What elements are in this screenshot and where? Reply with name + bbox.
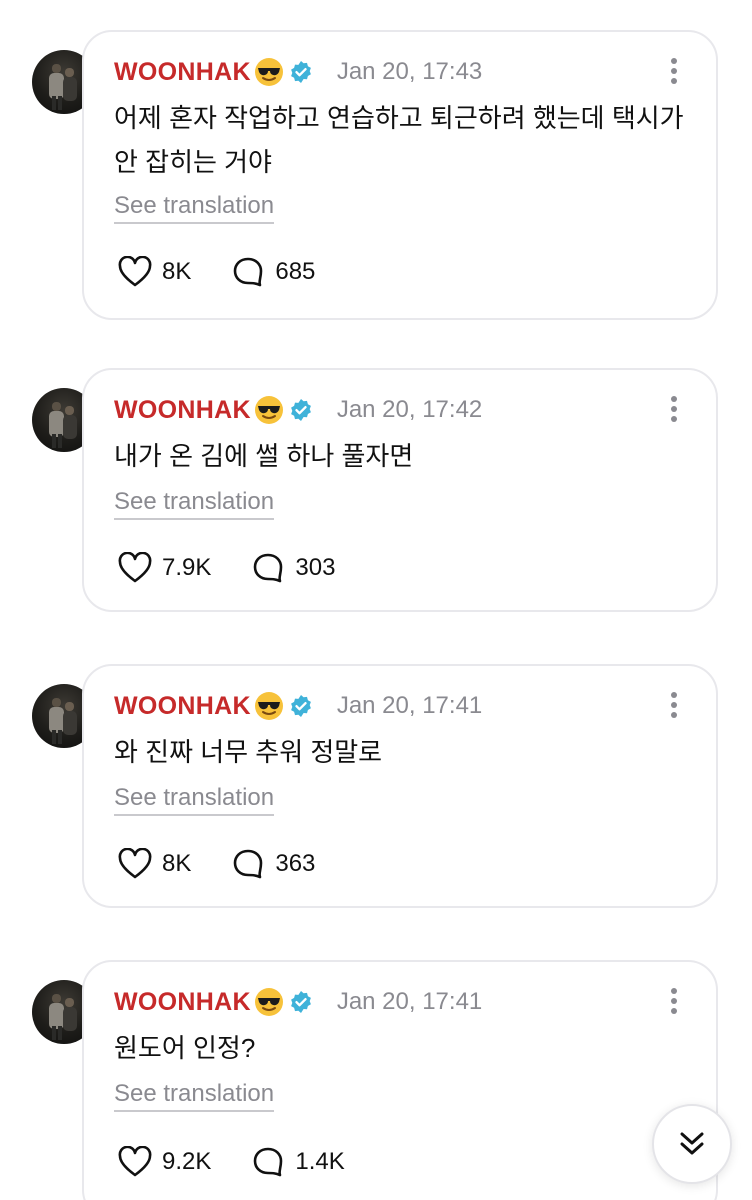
post-card: WOONHAK Jan 20, 17:41 원도어 인정? See transl… [82,960,718,1200]
post-actions: 7.9K 303 [118,552,375,584]
more-options-icon[interactable] [668,58,680,86]
post-actions: 8K 685 [118,256,355,288]
verified-badge-icon [289,60,313,84]
more-options-icon[interactable] [668,396,680,424]
heart-icon [118,1146,152,1177]
sunglasses-emoji-icon [253,690,285,722]
post: WOONHAK Jan 20, 17:41 와 진짜 너무 추워 정말로 See… [0,664,752,908]
see-translation-link[interactable]: See translation [114,488,275,520]
like-count: 7.9K [162,554,212,581]
like-button[interactable]: 7.9K [118,552,211,584]
timestamp: Jan 20, 17:43 [336,58,483,85]
post-header: WOONHAK Jan 20, 17:43 [114,54,482,90]
heart-icon [118,848,152,879]
post-text: 와 진짜 너무 추워 정말로 [114,737,383,767]
post-header: WOONHAK Jan 20, 17:41 [114,688,482,724]
post-text: 원도어 인정? [114,1033,256,1063]
post: WOONHAK Jan 20, 17:43 어제 혼자 작업하고 연습하고 퇴근… [0,30,752,320]
see-translation-link[interactable]: See translation [114,1080,275,1112]
verified-badge-icon [289,694,313,718]
like-button[interactable]: 8K [118,256,191,288]
sunglasses-emoji-icon [253,986,285,1018]
reply-count: 685 [275,258,316,285]
speech-bubble-icon [234,849,263,879]
reply-count: 363 [275,850,316,877]
scroll-down-button[interactable] [652,1104,732,1184]
post-card: WOONHAK Jan 20, 17:41 와 진짜 너무 추워 정말로 See… [82,664,718,908]
like-count: 9.2K [162,1148,212,1175]
like-button[interactable]: 9.2K [118,1146,211,1178]
post-actions: 8K 363 [118,848,355,880]
post-card: WOONHAK Jan 20, 17:43 어제 혼자 작업하고 연습하고 퇴근… [82,30,718,320]
post-text: 내가 온 김에 썰 하나 풀자면 [114,441,414,471]
more-options-icon[interactable] [668,988,680,1016]
speech-bubble-icon [254,553,283,583]
see-translation-link[interactable]: See translation [114,784,275,816]
reply-button[interactable]: 303 [251,552,335,584]
verified-badge-icon [289,990,313,1014]
more-options-icon[interactable] [668,692,680,720]
heart-icon [118,256,152,287]
username[interactable]: WOONHAK [114,396,251,425]
sunglasses-emoji-icon [253,56,285,88]
speech-bubble-icon [254,1147,283,1177]
post-card: WOONHAK Jan 20, 17:42 내가 온 김에 썰 하나 풀자면 S… [82,368,718,612]
post: WOONHAK Jan 20, 17:42 내가 온 김에 썰 하나 풀자면 S… [0,368,752,612]
post-header: WOONHAK Jan 20, 17:42 [114,392,482,428]
post-actions: 9.2K 1.4K [118,1146,385,1178]
reply-button[interactable]: 685 [231,256,315,288]
timestamp: Jan 20, 17:41 [336,692,483,719]
reply-button[interactable]: 363 [231,848,315,880]
like-count: 8K [162,258,192,285]
reply-count: 1.4K [295,1148,345,1175]
post-header: WOONHAK Jan 20, 17:41 [114,984,482,1020]
like-count: 8K [162,850,192,877]
message-feed: WOONHAK Jan 20, 17:43 어제 혼자 작업하고 연습하고 퇴근… [0,0,752,1200]
username[interactable]: WOONHAK [114,692,251,721]
verified-badge-icon [289,398,313,422]
post: WOONHAK Jan 20, 17:41 원도어 인정? See transl… [0,960,752,1200]
sunglasses-emoji-icon [253,394,285,426]
username[interactable]: WOONHAK [114,988,251,1017]
see-translation-link[interactable]: See translation [114,192,275,224]
speech-bubble-icon [234,257,263,287]
reply-count: 303 [295,554,336,581]
timestamp: Jan 20, 17:42 [336,396,483,423]
reply-button[interactable]: 1.4K [251,1146,345,1178]
double-chevron-down-icon [680,1132,704,1155]
like-button[interactable]: 8K [118,848,191,880]
post-text: 어제 혼자 작업하고 연습하고 퇴근하려 했는데 택시가 안 잡히는 거야 [114,103,684,177]
heart-icon [118,552,152,583]
timestamp: Jan 20, 17:41 [336,988,483,1015]
username[interactable]: WOONHAK [114,58,251,87]
